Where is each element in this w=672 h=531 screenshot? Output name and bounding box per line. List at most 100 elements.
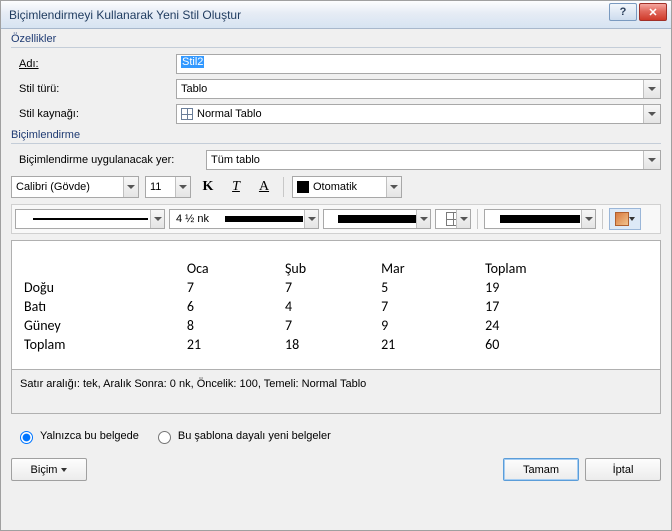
line-weight-combo[interactable]: 4 ½ nk xyxy=(169,209,319,229)
line-weight-value: 4 ½ nk xyxy=(176,213,209,225)
border-toolbar: 4 ½ nk xyxy=(11,204,661,234)
borders-combo[interactable] xyxy=(435,209,471,229)
chevron-down-icon xyxy=(304,210,318,228)
font-color-combo[interactable]: Otomatik xyxy=(292,176,402,198)
apply-to-row: Biçimlendirme uygulanacak yer: Tüm tablo xyxy=(11,150,661,170)
underline-icon: A xyxy=(259,179,269,195)
apply-to-value: Tüm tablo xyxy=(211,154,260,166)
template-docs-input[interactable] xyxy=(158,431,171,444)
name-label: Adı: xyxy=(11,58,176,70)
font-family-combo[interactable]: Calibri (Gövde) xyxy=(11,176,139,198)
divider xyxy=(11,143,661,144)
style-based-row: Stil kaynağı: Normal Tablo xyxy=(11,104,661,124)
ok-button[interactable]: Tamam xyxy=(503,458,579,481)
chevron-down-icon xyxy=(386,177,401,197)
underline-button[interactable]: A xyxy=(253,176,275,198)
apply-to-combo[interactable]: Tüm tablo xyxy=(206,150,661,170)
dialog-content: Özellikler Adı: Stil2 Stil türü: Tablo S… xyxy=(1,29,671,489)
table-header: Mar xyxy=(381,259,485,278)
chevron-down-icon xyxy=(643,80,660,98)
table-preview: OcaŞubMarToplam Doğu77519Batı64717Güney8… xyxy=(11,240,661,370)
table-header xyxy=(24,259,187,278)
table-header: Oca xyxy=(187,259,285,278)
table-icon xyxy=(181,108,193,120)
table-cell: 21 xyxy=(381,335,485,354)
close-button[interactable]: ✕ xyxy=(639,3,667,21)
only-this-doc-radio[interactable]: Yalnızca bu belgede xyxy=(15,428,139,444)
chevron-down-icon xyxy=(123,177,138,197)
chevron-down-icon xyxy=(629,217,635,221)
font-size-combo[interactable]: 11 xyxy=(145,176,191,198)
format-button[interactable]: Biçim xyxy=(11,458,87,481)
apply-to-label: Biçimlendirme uygulanacak yer: xyxy=(11,154,206,166)
font-toolbar: Calibri (Gövde) 11 K T A Otomatik xyxy=(11,176,661,198)
bold-button[interactable]: K xyxy=(197,176,219,198)
status-description: Satır aralığı: tek, Aralık Sonra: 0 nk, … xyxy=(11,370,661,414)
italic-button[interactable]: T xyxy=(225,176,247,198)
table-cell: Doğu xyxy=(24,278,187,297)
table-cell: 6 xyxy=(187,297,285,316)
chevron-down-icon xyxy=(581,210,595,228)
table-cell: 19 xyxy=(485,278,648,297)
cancel-button[interactable]: İptal xyxy=(585,458,661,481)
table-cell: 18 xyxy=(285,335,381,354)
chevron-down-icon xyxy=(643,151,660,169)
table-row: Doğu77519 xyxy=(24,278,648,297)
properties-section-label: Özellikler xyxy=(11,33,661,47)
table-cell: 7 xyxy=(285,316,381,335)
table-cell: 7 xyxy=(187,278,285,297)
table-header: Şub xyxy=(285,259,381,278)
table-cell: 7 xyxy=(285,278,381,297)
table-cell: 17 xyxy=(485,297,648,316)
table-header: Toplam xyxy=(485,259,648,278)
only-this-doc-label: Yalnızca bu belgede xyxy=(40,430,139,442)
separator xyxy=(477,209,478,229)
style-type-value: Tablo xyxy=(181,83,207,95)
name-row: Adı: Stil2 xyxy=(11,54,661,74)
template-docs-radio[interactable]: Bu şablona dayalı yeni belgeler xyxy=(153,428,331,444)
dialog: Biçimlendirmeyi Kullanarak Yeni Stil Olu… xyxy=(0,0,672,531)
scope-radios: Yalnızca bu belgede Bu şablona dayalı ye… xyxy=(15,428,661,444)
table-cell: 24 xyxy=(485,316,648,335)
font-color-value: Otomatik xyxy=(313,181,357,193)
template-docs-label: Bu şablona dayalı yeni belgeler xyxy=(178,430,331,442)
table-row: Batı64717 xyxy=(24,297,648,316)
font-family-value: Calibri (Gövde) xyxy=(16,181,90,193)
style-type-combo[interactable]: Tablo xyxy=(176,79,661,99)
italic-icon: T xyxy=(232,179,240,195)
table-cell: Toplam xyxy=(24,335,187,354)
window-buttons: ? ✕ xyxy=(609,3,667,21)
style-type-label: Stil türü: xyxy=(11,83,176,95)
formatting-section-label: Biçimlendirme xyxy=(11,129,661,143)
chevron-down-icon xyxy=(175,177,190,197)
fill-color-combo[interactable] xyxy=(484,209,596,229)
name-input[interactable]: Stil2 xyxy=(176,54,661,74)
table-cell: 5 xyxy=(381,278,485,297)
table-row: Güney87924 xyxy=(24,316,648,335)
chevron-down-icon xyxy=(416,210,430,228)
table-cell: 60 xyxy=(485,335,648,354)
line-style-combo[interactable] xyxy=(15,209,165,229)
preview-table: OcaŞubMarToplam Doğu77519Batı64717Güney8… xyxy=(24,259,648,354)
chevron-down-icon xyxy=(61,468,67,472)
shading-button[interactable] xyxy=(609,208,641,230)
table-cell: 21 xyxy=(187,335,285,354)
style-based-combo[interactable]: Normal Tablo xyxy=(176,104,661,124)
style-based-label: Stil kaynağı: xyxy=(11,108,176,120)
font-size-value: 11 xyxy=(150,181,161,193)
bold-icon: K xyxy=(203,179,214,195)
fill-icon xyxy=(615,212,629,226)
table-cell: 7 xyxy=(381,297,485,316)
line-color-combo[interactable] xyxy=(323,209,431,229)
style-based-value: Normal Tablo xyxy=(197,108,262,120)
chevron-down-icon xyxy=(150,210,164,228)
divider xyxy=(11,47,661,48)
separator xyxy=(283,177,284,197)
titlebar: Biçimlendirmeyi Kullanarak Yeni Stil Olu… xyxy=(1,1,671,29)
chevron-down-icon xyxy=(456,210,470,228)
table-row: Toplam21182160 xyxy=(24,335,648,354)
table-cell: 4 xyxy=(285,297,381,316)
help-button[interactable]: ? xyxy=(609,3,637,21)
color-swatch-icon xyxy=(297,181,309,193)
only-this-doc-input[interactable] xyxy=(20,431,33,444)
